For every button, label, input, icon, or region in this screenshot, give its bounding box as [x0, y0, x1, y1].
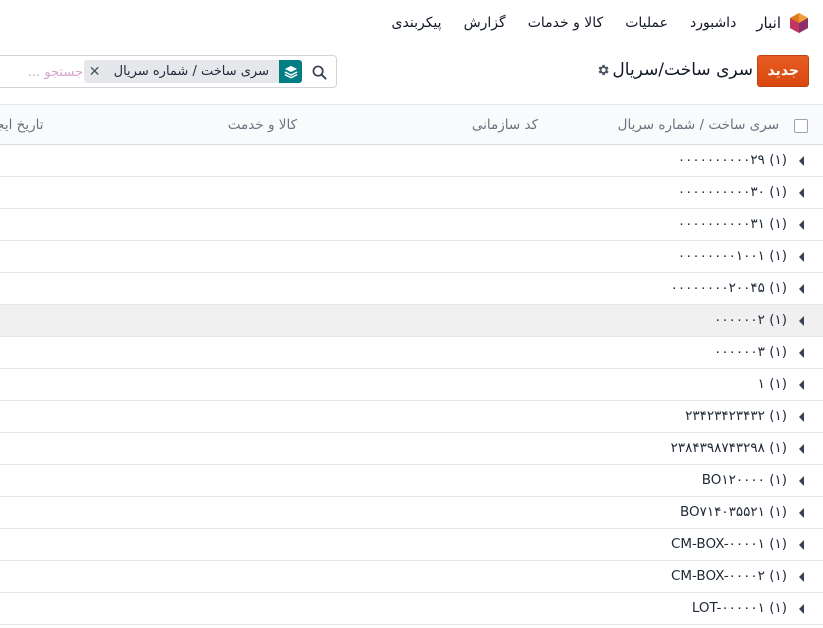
app-name[interactable]: انبار — [756, 14, 781, 32]
top-navbar: انبار داشبورد عملیات کالا و خدمات گزارش … — [0, 0, 823, 46]
caret-left-icon[interactable] — [799, 252, 804, 262]
caret-left-icon[interactable] — [799, 220, 804, 230]
group-label: ۰۰۰۰۰۰۰۰۰۰۳۱ (۱) — [677, 216, 787, 232]
group-label: ۰۰۰۰۰۰۳ (۱) — [714, 344, 787, 360]
header-created-date[interactable]: تاریخ ایجاد — [0, 117, 44, 133]
close-icon[interactable]: ✕ — [83, 60, 106, 83]
caret-left-icon[interactable] — [799, 508, 804, 518]
menu-dashboard[interactable]: داشبورد — [690, 15, 736, 31]
group-row[interactable]: ۰۰۰۰۰۰۰۰۰۰۳۰ (۱) — [0, 177, 823, 209]
group-label: BO۱۲۰۰۰۰ (۱) — [701, 472, 787, 488]
group-row[interactable]: ۱ (۱) — [0, 369, 823, 401]
group-label: CM-BOX-۰۰۰۰۲ (۱) — [670, 568, 787, 584]
group-label: ۰۰۰۰۰۰۰۰۰۰۲۹ (۱) — [677, 152, 787, 168]
group-row[interactable]: ۰۰۰۰۰۰۰۰۲۰۰۴۵ (۱) — [0, 273, 823, 305]
group-label: ۰۰۰۰۰۰۰۰۰۰۳۰ (۱) — [677, 184, 787, 200]
group-label: ۱ (۱) — [757, 376, 787, 392]
caret-left-icon[interactable] — [799, 188, 804, 198]
group-row[interactable]: CM-BOX-۰۰۰۰۱ (۱) — [0, 529, 823, 561]
new-button[interactable]: جدید — [757, 55, 809, 87]
caret-left-icon[interactable] — [799, 572, 804, 582]
caret-left-icon[interactable] — [799, 412, 804, 422]
group-row[interactable]: ۲۳۸۴۳۹۸۷۴۳۲۹۸ (۱) — [0, 433, 823, 465]
group-label: ۰۰۰۰۰۰۰۰۲۰۰۴۵ (۱) — [670, 280, 787, 296]
group-label: ۰۰۰۰۰۰۲ (۱) — [714, 312, 787, 328]
caret-left-icon[interactable] — [799, 444, 804, 454]
menu-products[interactable]: کالا و خدمات — [528, 15, 604, 31]
menu-reporting[interactable]: گزارش — [464, 15, 506, 31]
caret-left-icon[interactable] — [799, 316, 804, 326]
table-header: سری ساخت / شماره سریال کد سازمانی کالا و… — [0, 104, 823, 145]
group-row[interactable]: ۰۰۰۰۰۰۲ (۱) — [0, 305, 823, 337]
group-row[interactable]: CM-BOX-۰۰۰۰۲ (۱) — [0, 561, 823, 593]
group-row[interactable]: ۰۰۰۰۰۰۳ (۱) — [0, 337, 823, 369]
search-icon[interactable] — [312, 65, 327, 80]
search-bar: سری ساخت / شماره سریال ✕ — [0, 55, 337, 88]
control-panel: جدید سری ساخت/سریال سری ساخت / شماره سری… — [0, 46, 823, 104]
group-label: LOT-۰۰۰۰۰۱ (۱) — [691, 600, 787, 616]
odoo-inventory-hexagon-icon[interactable] — [789, 12, 809, 34]
group-label: ۲۳۴۲۳۴۲۳۴۳۲ (۱) — [685, 408, 787, 424]
group-row[interactable]: BO۷۱۴۰۳۵۵۲۱ (۱) — [0, 497, 823, 529]
group-label: BO۷۱۴۰۳۵۵۲۱ (۱) — [680, 504, 787, 520]
caret-left-icon[interactable] — [799, 476, 804, 486]
layers-icon — [279, 60, 302, 83]
menu-operations[interactable]: عملیات — [625, 15, 668, 31]
group-row[interactable]: BO۱۲۰۰۰۰ (۱) — [0, 465, 823, 497]
caret-left-icon[interactable] — [799, 604, 804, 614]
caret-left-icon[interactable] — [799, 540, 804, 550]
caret-left-icon[interactable] — [799, 284, 804, 294]
gear-icon[interactable] — [596, 63, 610, 77]
caret-left-icon[interactable] — [799, 348, 804, 358]
group-label: ۰۰۰۰۰۰۰۰۱۰۰۱ (۱) — [677, 248, 787, 264]
group-label: CM-BOX-۰۰۰۰۱ (۱) — [670, 536, 787, 552]
caret-left-icon[interactable] — [799, 156, 804, 166]
search-input[interactable] — [3, 62, 83, 82]
header-internal-ref[interactable]: کد سازمانی — [472, 117, 538, 133]
header-product[interactable]: کالا و خدمت — [228, 117, 297, 133]
menu-configuration[interactable]: پیکربندی — [392, 15, 442, 31]
header-lot[interactable]: سری ساخت / شماره سریال — [618, 117, 779, 133]
search-facet: سری ساخت / شماره سریال ✕ — [83, 60, 302, 83]
group-row[interactable]: ۰۰۰۰۰۰۰۰۰۰۲۹ (۱) — [0, 145, 823, 177]
group-list: ۰۰۰۰۰۰۰۰۰۰۲۹ (۱) ۰۰۰۰۰۰۰۰۰۰۳۰ (۱) ۰۰۰۰۰۰۰۰… — [0, 145, 823, 625]
group-row[interactable]: ۰۰۰۰۰۰۰۰۰۰۳۱ (۱) — [0, 209, 823, 241]
caret-left-icon[interactable] — [799, 380, 804, 390]
facet-label: سری ساخت / شماره سریال — [105, 60, 279, 83]
group-label: ۲۳۸۴۳۹۸۷۴۳۲۹۸ (۱) — [670, 440, 787, 456]
group-row[interactable]: ۰۰۰۰۰۰۰۰۱۰۰۱ (۱) — [0, 241, 823, 273]
select-all-checkbox[interactable] — [794, 119, 808, 133]
group-row[interactable]: ۲۳۴۲۳۴۲۳۴۳۲ (۱) — [0, 401, 823, 433]
page-title: سری ساخت/سریال — [612, 60, 753, 80]
group-row[interactable]: LOT-۰۰۰۰۰۱ (۱) — [0, 593, 823, 625]
